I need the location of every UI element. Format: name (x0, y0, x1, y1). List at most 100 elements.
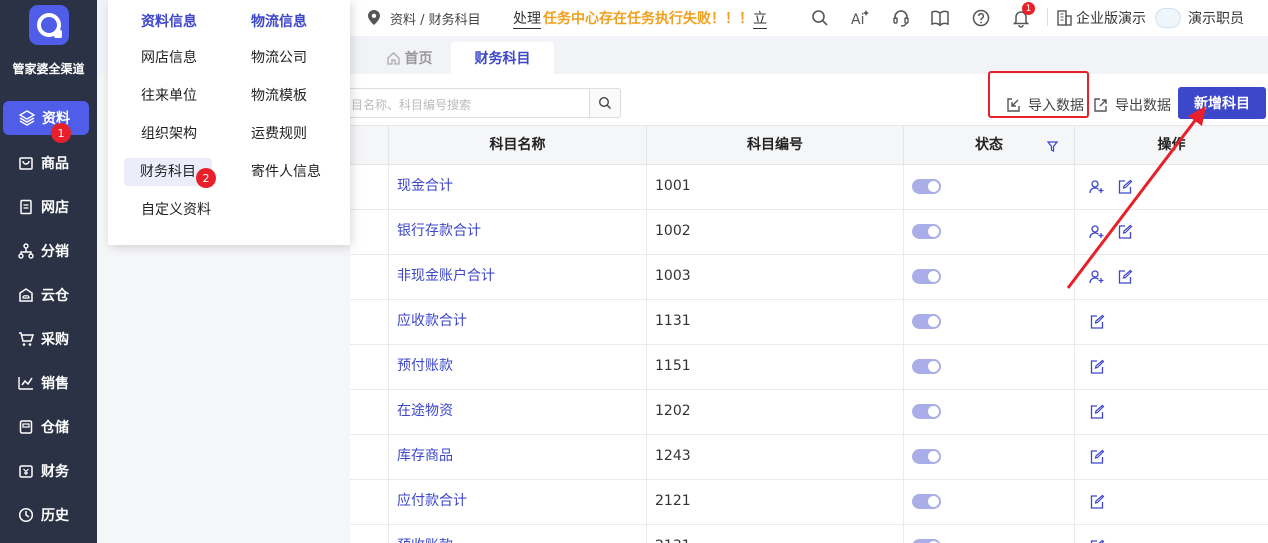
sidebar-item-7[interactable]: 仓储 (0, 409, 97, 445)
status-cell (903, 210, 1074, 255)
top-header: 资料 / 财务科目 处理 任务中心存在任务执行失败！！！ 立 Ai 1 企业版演… (350, 0, 1268, 36)
subject-code: 1002 (646, 210, 903, 255)
dropdown-item-data-2[interactable]: 组织架构 (141, 120, 197, 148)
tab-home[interactable]: 首页 (364, 42, 454, 74)
row-spacer-cell (350, 300, 388, 345)
table-row[interactable]: 银行存款合计 1002 (350, 210, 1268, 255)
sidebar-item-4[interactable]: 云仓 (0, 277, 97, 313)
actions-cell (1074, 255, 1268, 300)
home-icon (386, 51, 400, 65)
table-row[interactable]: 现金合计 1001 (350, 165, 1268, 210)
search-input[interactable]: 目名称、科目编号搜索 (340, 88, 590, 118)
sidebar-item-8[interactable]: 财务 (0, 453, 97, 489)
table-row[interactable]: 预付账款 1151 (350, 345, 1268, 390)
edit-icon[interactable] (1089, 359, 1105, 375)
dropdown-item-data-1[interactable]: 往来单位 (141, 82, 197, 110)
ai-assistant-icon[interactable]: Ai (850, 8, 870, 28)
sidebar-item-label: 采购 (41, 332, 69, 348)
user-add-icon[interactable] (1089, 179, 1105, 195)
edit-icon[interactable] (1117, 179, 1133, 195)
subject-name-link[interactable]: 非现金账户合计 (388, 255, 646, 300)
export-icon (1094, 97, 1107, 112)
subject-name-link[interactable]: 应付款合计 (388, 480, 646, 525)
status-cell (903, 300, 1074, 345)
sidebar-item-5[interactable]: 采购 (0, 321, 97, 357)
sidebar-item-1[interactable]: 商品 (0, 145, 97, 181)
subject-name-link[interactable]: 应收款合计 (388, 300, 646, 345)
app-logo[interactable] (29, 5, 69, 45)
data-menu-dropdown: 资料信息 物流信息 网店信息 往来单位 组织架构 财务科目 2 自定义资料 物流公司 物流模板… (108, 0, 350, 245)
dropdown-item-data-3[interactable]: 财务科目 2 (124, 158, 216, 188)
edition-switcher[interactable]: 企业版演示 (1055, 8, 1146, 28)
status-toggle[interactable] (912, 359, 941, 374)
question-icon[interactable] (971, 8, 991, 28)
status-toggle[interactable] (912, 449, 941, 464)
edit-icon[interactable] (1089, 539, 1105, 543)
dropdown-item-data-0[interactable]: 网店信息 (141, 44, 197, 72)
user-add-icon[interactable] (1089, 269, 1105, 285)
search-icon[interactable] (810, 8, 830, 28)
status-toggle[interactable] (912, 269, 941, 284)
row-spacer-cell (350, 210, 388, 255)
dropdown-item-logistics-3[interactable]: 寄件人信息 (251, 158, 321, 186)
table-row[interactable]: 应收款合计 1131 (350, 300, 1268, 345)
sidebar-item-2[interactable]: 网店 (0, 189, 97, 225)
user-name[interactable]: 演示职员 (1188, 8, 1244, 28)
sidebar-item-6[interactable]: 销售 (0, 365, 97, 401)
search-button[interactable] (589, 88, 621, 118)
subject-name-link[interactable]: 在途物资 (388, 390, 646, 435)
table-row[interactable]: 非现金账户合计 1003 (350, 255, 1268, 300)
add-subject-button[interactable]: 新增科目 (1178, 87, 1266, 119)
dropdown-item-logistics-2[interactable]: 运费规则 (251, 120, 307, 148)
sidebar-item-9[interactable]: 历史 (0, 497, 97, 533)
svg-text:Ai: Ai (851, 12, 864, 28)
status-toggle[interactable] (912, 224, 941, 239)
sidebar-item-3[interactable]: 分销 (0, 233, 97, 269)
status-toggle[interactable] (912, 314, 941, 329)
edit-icon[interactable] (1089, 314, 1105, 330)
edit-icon[interactable] (1089, 449, 1105, 465)
tab-finance-subjects[interactable]: 财务科目 (451, 42, 554, 74)
dropdown-item-logistics-0[interactable]: 物流公司 (251, 44, 307, 72)
column-header-code: 科目编号 (646, 126, 903, 166)
edit-icon[interactable] (1117, 224, 1133, 240)
dropdown-item-data-4[interactable]: 自定义资料 (141, 196, 211, 224)
edit-icon[interactable] (1089, 494, 1105, 510)
subject-code: 1243 (646, 435, 903, 480)
subject-code: 1151 (646, 345, 903, 390)
table-row[interactable]: 应付款合计 2121 (350, 480, 1268, 525)
book-help-icon[interactable] (930, 8, 950, 28)
subject-name-link[interactable]: 银行存款合计 (388, 210, 646, 255)
table-row[interactable]: 库存商品 1243 (350, 435, 1268, 480)
user-avatar[interactable] (1155, 8, 1181, 28)
headset-support-icon[interactable] (891, 8, 911, 28)
export-data-button[interactable]: 导出数据 (1092, 95, 1171, 115)
subject-code: 2131 (646, 525, 903, 543)
sidebar-item-0[interactable]: 资料 1 (3, 101, 89, 143)
status-toggle[interactable] (912, 179, 941, 194)
actions-cell (1074, 210, 1268, 255)
page-tabs-bar: 首页 财务科目 (350, 36, 1268, 74)
notice-immediate-link[interactable]: 立 (753, 8, 767, 29)
filter-icon[interactable] (1047, 141, 1058, 152)
sidebar-item-label: 网店 (41, 200, 69, 216)
row-spacer-cell (350, 480, 388, 525)
step-badge: 2 (196, 168, 216, 188)
status-toggle[interactable] (912, 539, 941, 543)
finance-icon (19, 465, 33, 478)
status-toggle[interactable] (912, 494, 941, 509)
subject-name-link[interactable]: 现金合计 (388, 165, 646, 210)
app-logo-text: 管家婆全渠道 (12, 62, 85, 76)
dropdown-item-logistics-1[interactable]: 物流模板 (251, 82, 307, 110)
status-toggle[interactable] (912, 404, 941, 419)
cart-icon (19, 332, 34, 346)
user-add-icon[interactable] (1089, 224, 1105, 240)
edit-icon[interactable] (1117, 269, 1133, 285)
edit-icon[interactable] (1089, 404, 1105, 420)
table-row[interactable]: 预收账款2131 (350, 525, 1268, 543)
subject-name-link[interactable]: 预付账款 (388, 345, 646, 390)
subject-name-link[interactable]: 库存商品 (388, 435, 646, 480)
table-row[interactable]: 在途物资 1202 (350, 390, 1268, 435)
subject-name-link[interactable]: 预收账款 (388, 525, 646, 543)
notice-handle-link[interactable]: 处理 (513, 8, 541, 29)
